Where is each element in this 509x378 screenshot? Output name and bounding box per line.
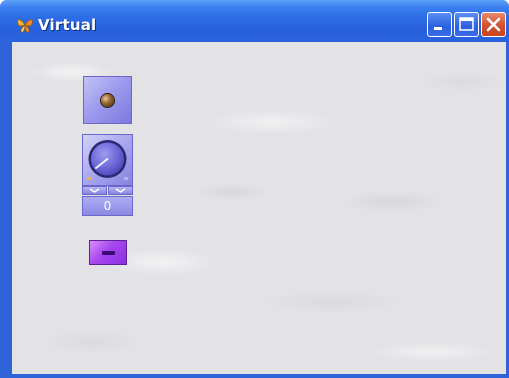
window-title: Virtual	[38, 16, 97, 34]
minimize-icon	[434, 27, 442, 30]
rotary-knob[interactable]	[82, 134, 133, 186]
maximize-icon	[459, 17, 474, 31]
app-butterfly-icon	[16, 15, 34, 35]
led-indicator-icon	[101, 94, 114, 107]
chevron-down-icon	[89, 188, 100, 193]
title-bar[interactable]: Virtual	[0, 0, 509, 42]
rotary-knob-icon	[87, 140, 128, 180]
knob-value-display: 0	[82, 196, 133, 216]
close-button[interactable]	[481, 12, 506, 37]
toggle-button[interactable]	[89, 240, 127, 265]
chevron-up-icon	[115, 188, 126, 193]
close-icon	[486, 17, 501, 32]
led-button[interactable]	[83, 76, 132, 124]
app-window: Virtual 0	[0, 0, 509, 378]
toggle-bar-icon	[102, 251, 115, 255]
client-area: 0	[12, 42, 506, 374]
knob-spinner	[82, 186, 133, 195]
minimize-button[interactable]	[427, 12, 452, 37]
spinner-decrement-button[interactable]	[82, 186, 107, 195]
spinner-increment-button[interactable]	[108, 186, 133, 195]
maximize-button[interactable]	[454, 12, 479, 37]
